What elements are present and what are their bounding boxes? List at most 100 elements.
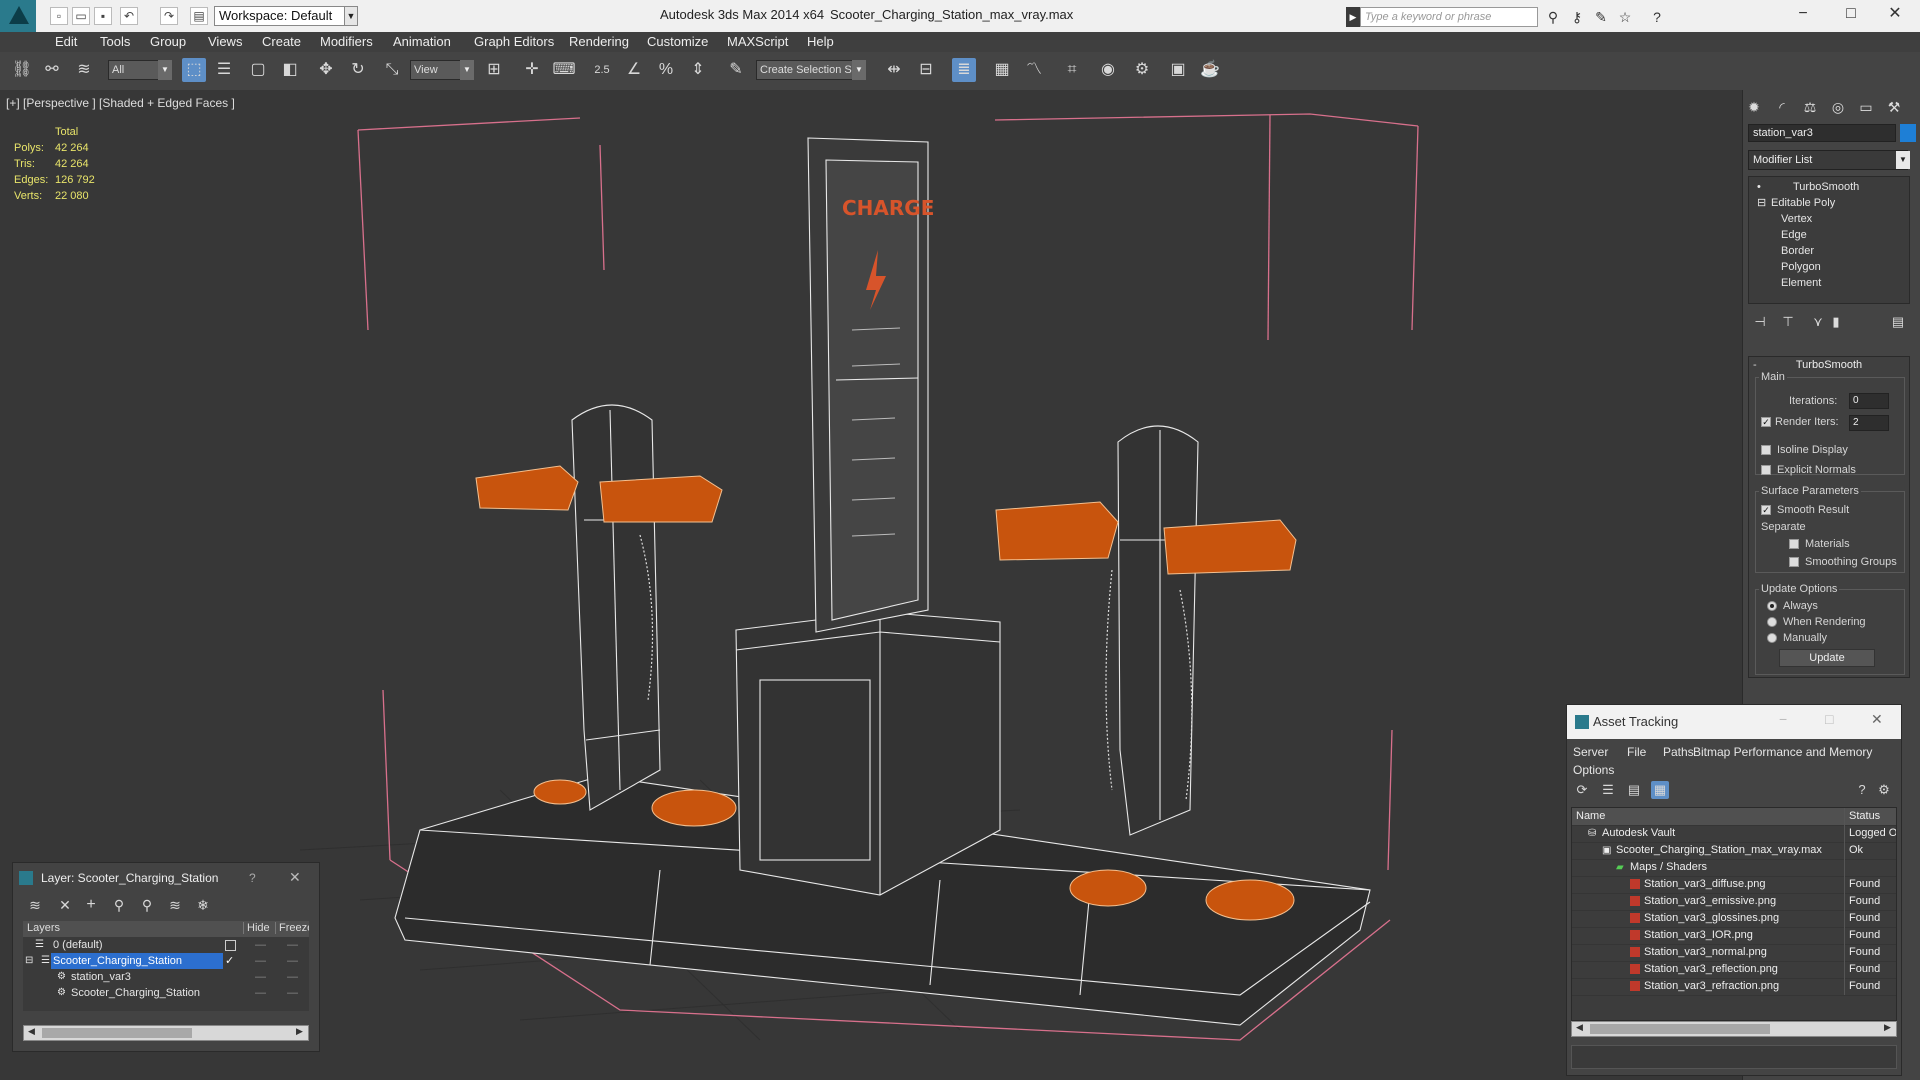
table-view-icon[interactable]: ▦ [1651,781,1669,799]
maximize-icon[interactable]: □ [1825,711,1833,727]
edit-named-selection-icon[interactable]: ✎ [724,58,748,82]
hierarchy-tab-icon[interactable]: ⚖ [1798,96,1822,118]
add-to-layer-icon[interactable]: + [79,893,103,917]
help-icon[interactable]: ? [1648,8,1666,26]
rollout-collapse[interactable]: - [1753,359,1757,371]
menu-create[interactable]: Create [262,32,301,52]
angle-snap-icon[interactable]: ∠ [622,58,646,82]
stack-item-polygon[interactable]: Polygon [1781,259,1821,275]
asset-menu-file[interactable]: File [1627,745,1646,759]
scale-icon[interactable]: ⤡ [380,58,404,82]
refresh-icon[interactable]: ⟳ [1573,781,1591,799]
table-row[interactable]: Station_var3_emissive.png Found [1572,893,1896,911]
close-icon[interactable]: ✕ [289,869,301,886]
select-manipulate-icon[interactable]: ✛ [520,58,544,82]
menu-edit[interactable]: Edit [55,32,77,52]
minimize-icon[interactable]: − [1780,0,1826,32]
scroll-left-icon[interactable]: ◀ [28,1026,35,1037]
favorites-star-icon[interactable]: ☆ [1616,8,1634,26]
chevron-down-icon[interactable]: ▼ [344,6,358,26]
table-row[interactable]: Station_var3_refraction.png Found [1572,978,1896,996]
layer-help-button[interactable]: ? [249,871,256,885]
workspace-dropdown[interactable]: Workspace: Default [214,6,356,26]
delete-layer-icon[interactable]: ✕ [53,893,77,917]
make-unique-icon[interactable]: ⋎ [1808,312,1828,332]
viewport-label[interactable]: [+] [Perspective ] [Shaded + Edged Faces… [6,96,235,110]
chevron-down-icon[interactable]: ▼ [460,60,474,80]
when-rendering-radio[interactable] [1767,617,1777,627]
spinner-snap-icon[interactable]: ⇕ [686,58,710,82]
hide-toggle[interactable]: — [255,985,266,1001]
app-logo-icon[interactable] [0,0,36,32]
scroll-left-icon[interactable]: ◀ [1576,1022,1583,1033]
menu-customize[interactable]: Customize [647,32,708,52]
render-iters-checkbox[interactable]: ✓ [1761,417,1771,427]
undo-icon[interactable]: ↶ [120,7,138,25]
pin-stack-icon[interactable]: ⊣ [1750,312,1770,332]
rollout-title[interactable]: TurboSmooth [1749,359,1909,371]
list-view-icon[interactable]: ☰ [1599,781,1617,799]
layer-manager-icon[interactable]: ≣ [952,58,976,82]
hide-toggle[interactable]: — [255,937,266,953]
search-input[interactable]: Type a keyword or phrase [1360,7,1538,27]
collapse-minus-icon[interactable]: ⊟ [1757,195,1766,211]
redo-icon[interactable]: ↷ [160,7,178,25]
freeze-toggle[interactable]: — [287,985,298,1001]
move-icon[interactable]: ✥ [314,58,338,82]
show-end-result-icon[interactable]: ⊤ [1778,312,1798,332]
asset-menu-bitmap-performance[interactable]: Bitmap Performance and Memory [1693,745,1899,759]
motion-tab-icon[interactable]: ◎ [1826,96,1850,118]
material-editor-icon[interactable]: ◉ [1096,58,1120,82]
project-folder-icon[interactable]: ▤ [190,7,208,25]
stack-item-edge[interactable]: Edge [1781,227,1807,243]
checkmark-icon[interactable]: ✓ [225,953,234,969]
column-hide[interactable]: Hide [243,922,270,934]
minimize-icon[interactable]: − [1779,711,1787,727]
configure-modifier-sets-icon[interactable]: ▤ [1888,312,1908,332]
snaps-toggle-icon[interactable]: 2.5 [590,58,614,82]
link-icon[interactable]: ⛓ [10,58,34,82]
highlight-layer-icon[interactable]: ⚲ [135,893,159,917]
freeze-all-layers-icon[interactable]: ❄ [191,893,215,917]
menu-tools[interactable]: Tools [100,32,130,52]
binoculars-icon[interactable]: ⚲ [1544,8,1562,26]
open-file-icon[interactable]: ▭ [72,7,90,25]
schematic-view-icon[interactable]: ⌗ [1060,58,1084,82]
communication-icon[interactable]: ✎ [1592,8,1610,26]
curve-editor-icon[interactable]: 〽 [1022,58,1046,82]
scroll-right-icon[interactable]: ▶ [296,1026,303,1037]
table-row[interactable]: ⛁ Autodesk Vault Logged O [1572,825,1896,843]
layer-row[interactable]: ☰ 0 (default) — — [23,937,309,953]
object-name-input[interactable]: station_var3 [1748,124,1896,142]
modifier-list-dropdown[interactable]: Modifier List [1748,150,1908,170]
select-by-name-icon[interactable]: ☰ [212,58,236,82]
window-crossing-icon[interactable]: ◧ [278,58,302,82]
smooth-result-checkbox[interactable]: ✓ [1761,505,1771,515]
pivot-center-icon[interactable]: ⊞ [482,58,506,82]
graphite-tools-icon[interactable]: ▦ [990,58,1014,82]
render-setup-icon[interactable]: ⚙ [1130,58,1154,82]
named-selection-dropdown[interactable]: Create Selection Se [756,60,866,80]
freeze-toggle[interactable]: — [287,969,298,985]
menu-maxscript[interactable]: MAXScript [727,32,788,52]
utilities-tab-icon[interactable]: ⚒ [1882,96,1906,118]
help-icon[interactable]: ? [1853,781,1871,799]
menu-views[interactable]: Views [208,32,242,52]
maximize-icon[interactable]: □ [1828,0,1874,32]
column-status[interactable]: Status [1844,808,1896,825]
key-icon[interactable]: ⚷ [1568,8,1586,26]
stack-item-element[interactable]: Element [1781,275,1821,291]
table-row[interactable]: ▣ Scooter_Charging_Station_max_vray.max … [1572,842,1896,860]
table-row[interactable]: Station_var3_diffuse.png Found [1572,876,1896,894]
bind-space-warp-icon[interactable]: ≋ [72,58,96,82]
hide-toggle[interactable]: — [255,953,266,969]
create-layer-icon[interactable]: ≋ [23,893,47,917]
table-row[interactable]: Station_var3_glossines.png Found [1572,910,1896,928]
mirror-icon[interactable]: ⇹ [882,58,906,82]
object-color-swatch[interactable] [1900,124,1916,142]
display-tab-icon[interactable]: ▭ [1854,96,1878,118]
menu-rendering[interactable]: Rendering [569,32,629,52]
settings-icon[interactable]: ⚙ [1875,781,1893,799]
select-object-icon[interactable]: ⬚ [182,58,206,82]
isoline-display-checkbox[interactable] [1761,445,1771,455]
